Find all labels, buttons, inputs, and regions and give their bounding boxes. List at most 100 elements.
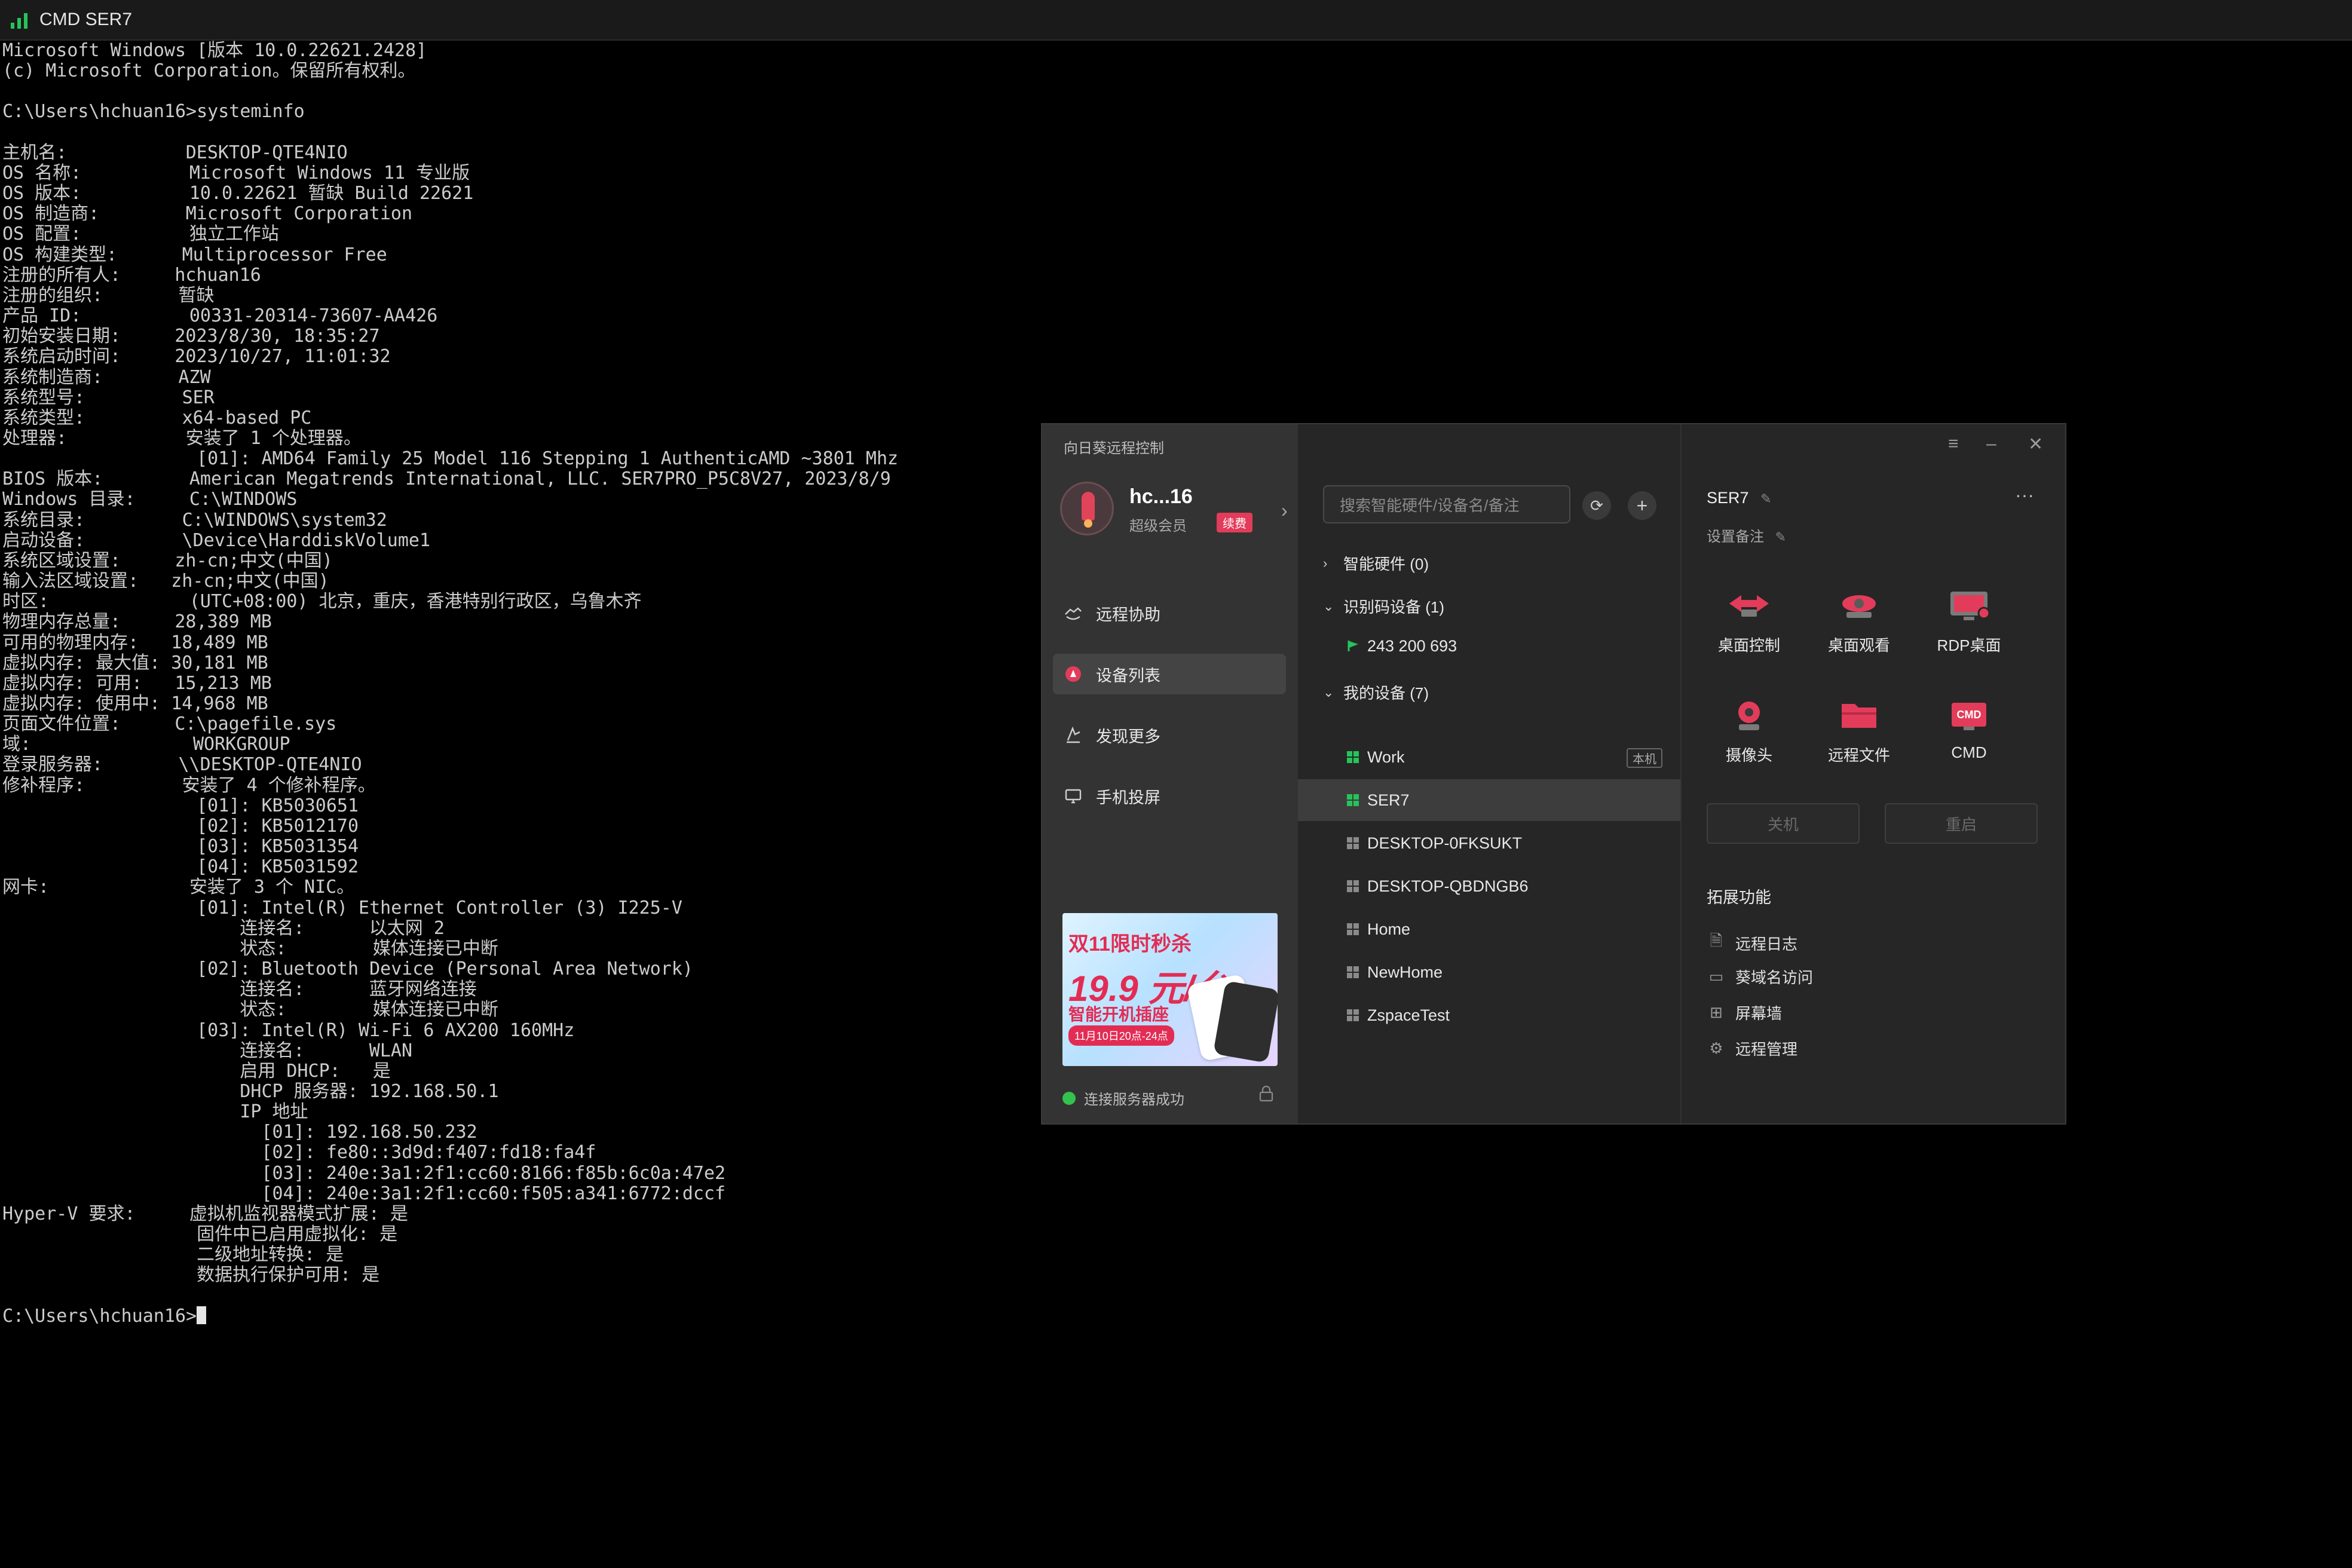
ext-label: 远程日志: [1735, 935, 1798, 953]
app-title: 向日葵远程控制: [1064, 440, 1164, 457]
desktop-view-button[interactable]: 桌面观看: [1814, 586, 1904, 656]
console-line: [01]: KB5030651: [2, 795, 359, 816]
more-options-icon[interactable]: ···: [2015, 484, 2034, 506]
phone-cast-icon: [1064, 786, 1083, 806]
nav-phone-cast[interactable]: 手机投屏: [1053, 776, 1286, 816]
function-label: CMD: [1951, 743, 1987, 761]
signal-icon: [11, 11, 30, 29]
device-label: SER7: [1367, 791, 1410, 809]
nav-remote-assist[interactable]: 远程协助: [1053, 593, 1286, 633]
console-line: 系统类型: x64-based PC: [2, 407, 312, 428]
device-item-ser7[interactable]: SER7: [1298, 779, 1680, 821]
group-label: 我的设备 (7): [1343, 684, 1429, 702]
promo-banner[interactable]: 双11限时秒杀 19.9 元/台 智能开机插座 11月10日20点-24点: [1062, 913, 1278, 1066]
search-placeholder: 搜索智能硬件/设备名/备注: [1340, 496, 1520, 514]
remote-file-button[interactable]: 远程文件: [1814, 696, 1904, 765]
cmd-console-output[interactable]: Microsoft Windows [版本 10.0.22621.2428] (c…: [2, 40, 1018, 1546]
camera-button[interactable]: 摄像头: [1704, 696, 1794, 765]
cmd-window-title: CMD SER7: [39, 10, 133, 29]
code-device-item[interactable]: 243 200 693: [1298, 625, 1680, 667]
console-line: [01]: Intel(R) Ethernet Controller (3) I…: [2, 897, 682, 918]
cmd-button[interactable]: CMD CMD: [1924, 696, 2014, 762]
console-line: OS 制造商: Microsoft Corporation: [2, 203, 413, 225]
console-line: [03]: 240e:3a1:2f1:cc60:8166:f85b:6c0a:4…: [2, 1162, 726, 1184]
restart-button[interactable]: 重启: [1885, 803, 2038, 844]
console-line: 网卡: 安装了 3 个 NIC。: [2, 877, 355, 898]
shutdown-button[interactable]: 关机: [1707, 803, 1860, 844]
chevron-down-icon: ⌄: [1323, 598, 1334, 614]
console-line: 初始安装日期: 2023/8/30, 18:35:27: [2, 326, 380, 347]
ext-screen-wall[interactable]: ⊞ 屏幕墙: [1707, 1002, 1782, 1024]
device-item-desktop-qbdngb6[interactable]: DESKTOP-QBDNGB6: [1298, 865, 1680, 907]
minimize-button[interactable]: –: [1986, 434, 1996, 454]
menu-icon[interactable]: ≡: [1948, 434, 1959, 454]
console-line: 系统制造商: AZW: [2, 366, 211, 388]
device-detail-panel: ≡ – ✕ SER7 ✎ 设置备注 ✎ ··· 桌面控制 桌面观看 RDP桌面 …: [1682, 424, 2065, 1123]
refresh-button[interactable]: ⟳: [1582, 491, 1611, 520]
device-search-input[interactable]: 搜索智能硬件/设备名/备注: [1323, 485, 1570, 523]
extensions-title: 拓展功能: [1707, 889, 1771, 906]
text-cursor: [197, 1306, 207, 1324]
console-line: 时区: (UTC+08:00) 北京，重庆，香港特别行政区，乌鲁木齐: [2, 591, 642, 612]
rdp-desktop-icon: [1943, 586, 1995, 627]
function-label: 远程文件: [1827, 746, 1890, 764]
remote-desktop-control-button[interactable]: 桌面控制: [1704, 586, 1794, 656]
device-item-zspacetest[interactable]: ZspaceTest: [1298, 994, 1680, 1036]
document-icon: 🗎: [1710, 932, 1723, 950]
cmd-title-bar[interactable]: CMD SER7: [0, 0, 2352, 41]
nav-discover[interactable]: 发现更多: [1053, 715, 1286, 755]
renew-badge[interactable]: 续费: [1217, 513, 1252, 532]
lock-icon[interactable]: [1258, 1085, 1274, 1106]
rdp-desktop-button[interactable]: RDP桌面: [1924, 586, 2014, 656]
console-line: 域: WORKGROUP: [2, 734, 290, 755]
chevron-right-icon[interactable]: ›: [1281, 500, 1288, 522]
sidebar: 向日葵远程控制 hc...16 超级会员 续费 › 远程协助 设备列表 发现更多: [1042, 424, 1298, 1123]
ext-remote-manage[interactable]: ⚙ 远程管理: [1707, 1037, 1797, 1059]
nav-device-list[interactable]: 设备列表: [1053, 654, 1286, 694]
console-line: 数据执行保护可用: 是: [2, 1264, 380, 1286]
ext-label: 远程管理: [1735, 1040, 1798, 1058]
console-line: 系统型号: SER: [2, 387, 215, 408]
folder-icon: [1833, 696, 1885, 737]
chevron-right-icon: ›: [1323, 555, 1328, 571]
windows-offline-icon: [1347, 923, 1359, 935]
device-item-desktop-0fksukt[interactable]: DESKTOP-0FKSUKT: [1298, 822, 1680, 864]
user-profile[interactable]: hc...16 超级会员 续费 ›: [1060, 482, 1288, 539]
group-label: 识别码设备 (1): [1343, 598, 1445, 616]
console-line: OS 构建类型: Multiprocessor Free: [2, 244, 387, 265]
refresh-icon: ⟳: [1590, 496, 1603, 514]
console-line: [02]: KB5012170: [2, 815, 359, 837]
console-line: 虚拟内存: 最大值: 30,181 MB: [2, 652, 268, 673]
device-label: NewHome: [1367, 963, 1443, 981]
edit-icon[interactable]: ✎: [1760, 491, 1771, 507]
device-label: DESKTOP-0FKSUKT: [1367, 834, 1523, 852]
group-label: 智能硬件 (0): [1343, 555, 1429, 573]
group-smart-hardware[interactable]: › 智能硬件 (0): [1323, 552, 1429, 574]
device-item-work[interactable]: Work 本机: [1298, 736, 1680, 778]
windows-offline-icon: [1347, 880, 1359, 892]
console-line: 修补程序: 安装了 4 个修补程序。: [2, 774, 376, 796]
console-line: 固件中已启用虚拟化: 是: [2, 1224, 398, 1245]
connection-status: 连接服务器成功: [1062, 1088, 1184, 1108]
set-note-link[interactable]: 设置备注 ✎: [1707, 525, 1786, 546]
device-detail-title: SER7 ✎: [1707, 489, 1772, 507]
group-my-devices[interactable]: ⌄ 我的设备 (7): [1323, 681, 1429, 703]
gear-icon: ⚙: [1709, 1039, 1723, 1057]
console-line: [04]: 240e:3a1:2f1:cc60:f505:a341:6772:d…: [2, 1183, 726, 1204]
ext-label: 屏幕墙: [1735, 1004, 1783, 1022]
device-item-newhome[interactable]: NewHome: [1298, 951, 1680, 993]
console-line: [04]: KB5031592: [2, 856, 359, 878]
add-device-button[interactable]: +: [1628, 491, 1656, 520]
this-machine-badge: 本机: [1627, 748, 1662, 768]
avatar[interactable]: [1060, 482, 1114, 535]
console-line: 产品 ID: 00331-20314-73607-AA426: [2, 305, 438, 327]
ext-domain-access[interactable]: ▭ 葵域名访问: [1707, 966, 1813, 988]
close-button[interactable]: ✕: [2028, 434, 2043, 455]
group-code-devices[interactable]: ⌄ 识别码设备 (1): [1323, 595, 1444, 617]
device-item-home[interactable]: Home: [1298, 908, 1680, 950]
function-label: 桌面观看: [1827, 636, 1890, 654]
windows-offline-icon: [1347, 837, 1359, 849]
console-line: OS 版本: 10.0.22621 暂缺 Build 22621: [2, 183, 474, 204]
ext-remote-log[interactable]: 🗎 远程日志: [1707, 930, 1797, 956]
console-line: OS 配置: 独立工作站: [2, 223, 279, 245]
